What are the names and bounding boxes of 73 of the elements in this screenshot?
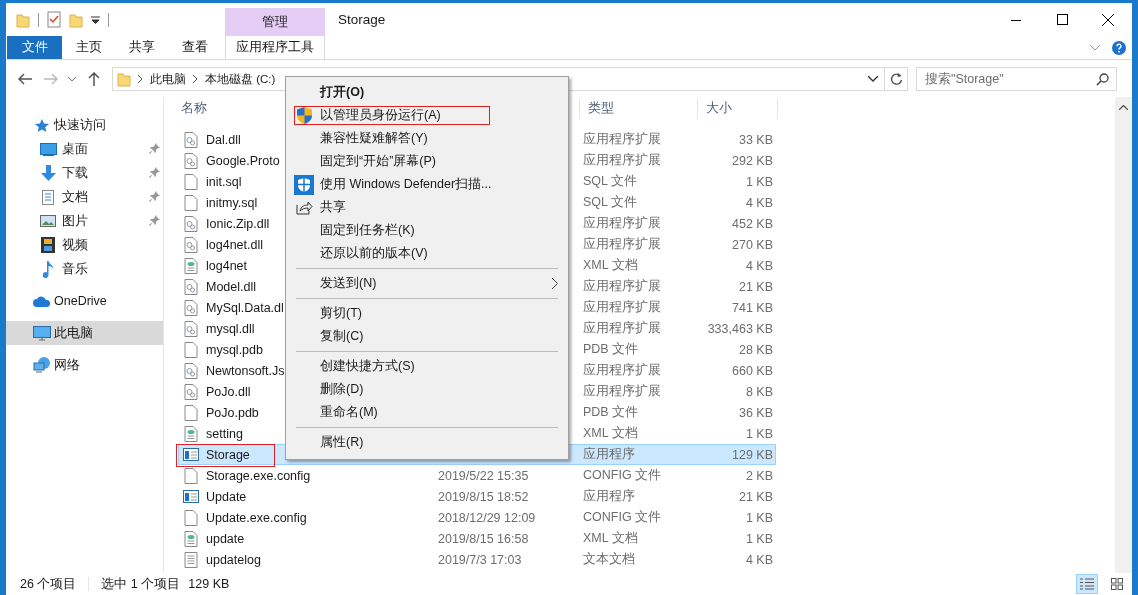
file-type: 应用程序扩展 <box>583 237 661 251</box>
file-size: 270 KB <box>732 237 773 252</box>
modified-date: 2019/8/15 18:52 <box>438 489 529 504</box>
file-type: CONFIG 文件 <box>583 510 662 524</box>
file-name: mysql.dll <box>206 321 255 336</box>
file-size: 660 KB <box>732 363 773 378</box>
file-size: 1 KB <box>745 174 773 189</box>
file-size: 129 KB <box>732 447 773 462</box>
file-size: 1 KB <box>745 510 773 525</box>
file-name: initmy.sql <box>206 195 258 210</box>
file-name: Update.exe.config <box>206 510 307 525</box>
file-type: PDB 文件 <box>583 342 639 356</box>
file-name: Dal.dll <box>206 132 241 147</box>
file-size: 1 KB <box>745 531 773 546</box>
file-name: Update <box>206 489 247 504</box>
file-type: SQL 文件 <box>583 195 638 209</box>
file-size: 4 KB <box>745 552 773 567</box>
file-type: SQL 文件 <box>583 174 638 188</box>
file-size: 21 KB <box>738 279 773 294</box>
file-type: 应用程序扩展 <box>583 300 661 314</box>
file-size: 2 KB <box>745 468 773 483</box>
file-name: init.sql <box>206 174 242 189</box>
file-type: 应用程序扩展 <box>583 321 661 335</box>
file-size: 8 KB <box>745 384 773 399</box>
selection-size: 129 KB <box>188 577 230 591</box>
contextual-tab-header: 管理 <box>225 8 325 36</box>
file-name: updatelog <box>206 552 261 567</box>
file-size: 21 KB <box>738 489 773 504</box>
file-name: setting <box>206 426 243 441</box>
file-name: Newtonsoft.Js <box>206 363 285 378</box>
file-type: XML 文档 <box>583 426 638 440</box>
file-type: 应用程序扩展 <box>583 153 661 167</box>
file-size: 333,463 KB <box>707 321 773 336</box>
file-name: Storage.exe.config <box>206 468 311 483</box>
file-type: 应用程序扩展 <box>583 132 661 146</box>
file-type: 应用程序扩展 <box>583 363 661 377</box>
item-count: 26 个项目 <box>20 575 77 593</box>
file-name: Storage <box>206 447 250 462</box>
file-type: XML 文档 <box>583 258 638 272</box>
file-type: PDB 文件 <box>583 405 639 419</box>
modified-date: 2019/8/15 16:58 <box>438 531 529 546</box>
file-name: update <box>206 531 245 546</box>
file-size: 33 KB <box>738 132 773 147</box>
file-type: CONFIG 文件 <box>583 468 662 482</box>
file-name: PoJo.pdb <box>206 405 259 420</box>
file-size: 452 KB <box>732 216 773 231</box>
file-size: 1 KB <box>745 426 773 441</box>
file-type: 应用程序扩展 <box>583 279 661 293</box>
window-title: Storage <box>337 11 386 29</box>
modified-date: 2019/5/22 15:35 <box>438 468 529 483</box>
file-type: 应用程序 <box>583 447 635 461</box>
file-type: 文本文档 <box>583 552 635 566</box>
file-type: 应用程序扩展 <box>583 384 661 398</box>
file-size: 28 KB <box>738 342 773 357</box>
file-name: log4net <box>206 258 247 273</box>
selection-count: 选中 1 个项目 <box>101 575 181 593</box>
file-name: PoJo.dll <box>206 384 251 399</box>
file-name: Ionic.Zip.dll <box>206 216 270 231</box>
file-type: 应用程序扩展 <box>583 216 661 230</box>
file-size: 4 KB <box>745 195 773 210</box>
file-type: 应用程序 <box>583 489 635 503</box>
file-size: 36 KB <box>738 405 773 420</box>
file-type: XML 文档 <box>583 531 638 545</box>
file-name: MySql.Data.dl <box>206 300 284 315</box>
file-size: 292 KB <box>732 153 773 168</box>
file-name: mysql.pdb <box>206 342 263 357</box>
file-size: 741 KB <box>732 300 773 315</box>
file-name: Google.Proto <box>206 153 280 168</box>
file-name: Model.dll <box>206 279 257 294</box>
modified-date: 2018/12/29 12:09 <box>438 510 536 525</box>
file-name: log4net.dll <box>206 237 263 252</box>
file-size: 4 KB <box>745 258 773 273</box>
modified-date: 2019/7/3 17:03 <box>438 552 522 567</box>
